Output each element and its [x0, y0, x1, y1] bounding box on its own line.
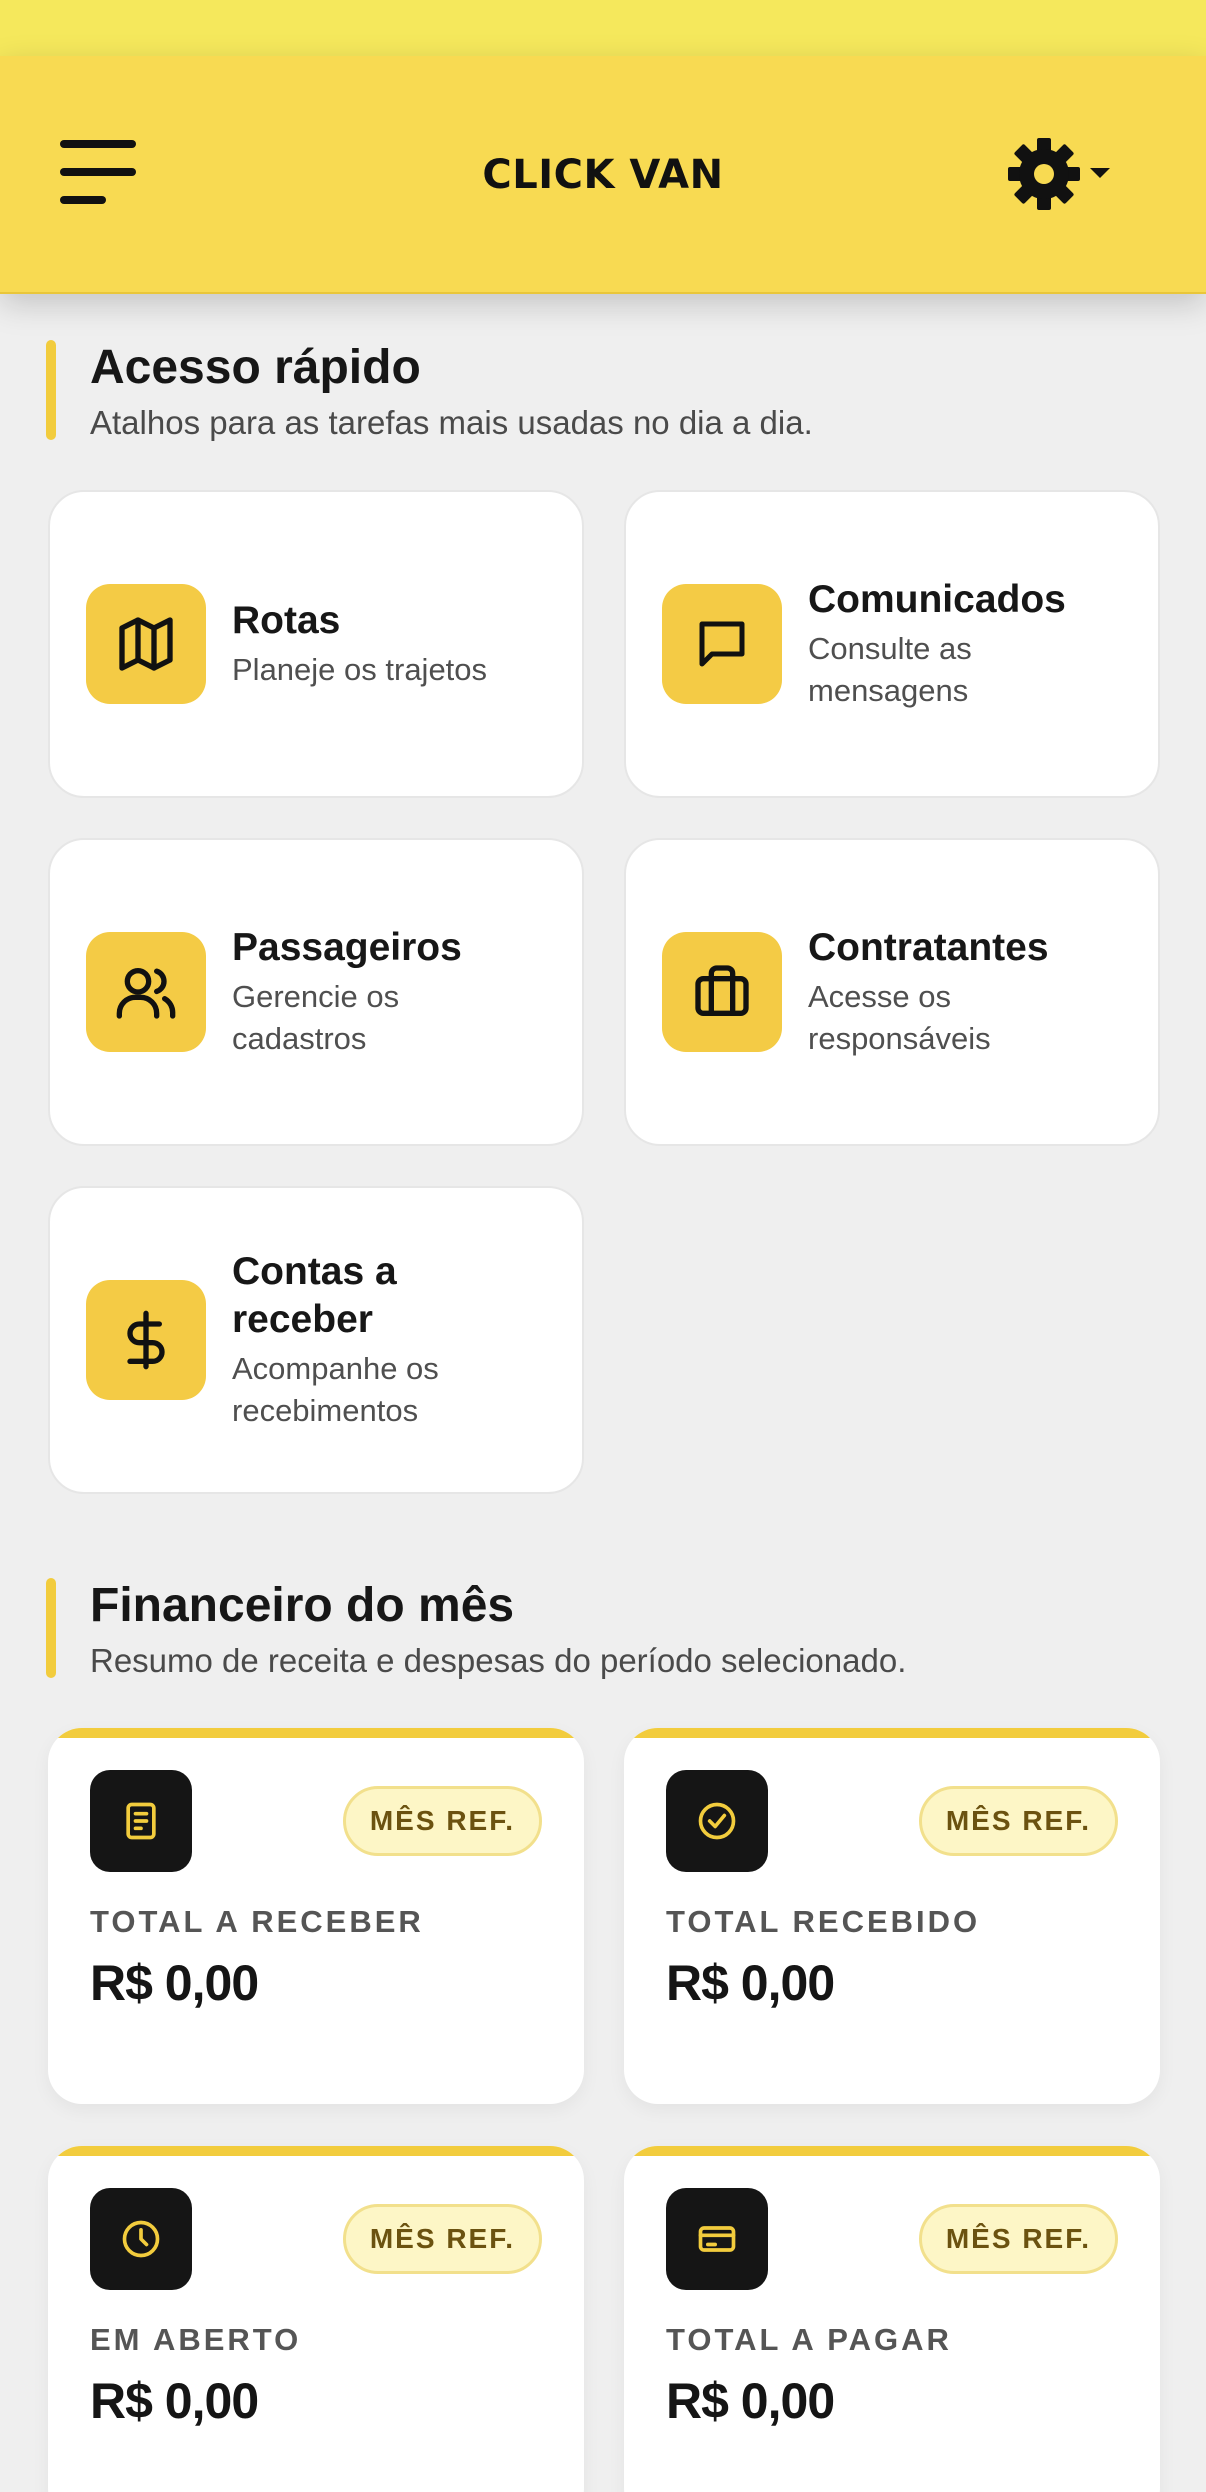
message-icon — [662, 584, 782, 704]
section-accent — [46, 340, 56, 440]
finance-value: R$ 0,00 — [90, 1955, 259, 2011]
quick-card-desc: Gerencie os cadastros — [232, 979, 400, 1056]
section-subtitle: Resumo de receita e despesas do período … — [90, 1642, 907, 1679]
finance-card-total-a-pagar: MÊS REF. TOTAL A PAGAR R$ 0,00 — [624, 2146, 1160, 2492]
finance-value: R$ 0,00 — [666, 1955, 835, 2011]
quick-card-desc: Acompanhe os recebimentos — [232, 1351, 439, 1428]
briefcase-icon — [662, 932, 782, 1052]
document-icon — [90, 1770, 192, 1872]
chevron-down-icon — [1090, 168, 1110, 178]
section-title: Acesso rápido — [90, 341, 421, 394]
section-title: Financeiro do mês — [90, 1579, 515, 1632]
finance-card-em-aberto: MÊS REF. EM ABERTO R$ 0,00 — [48, 2146, 584, 2492]
month-ref-badge: MÊS REF. — [918, 2204, 1118, 2274]
check-circle-icon — [666, 1770, 768, 1872]
quick-access-header: Acesso rápido Atalhos para as tarefas ma… — [46, 340, 1176, 450]
quick-card-comunicados[interactable]: Comunicados Consulte as mensagens — [624, 490, 1160, 798]
quick-card-desc: Planeje os trajetos — [232, 652, 488, 687]
settings-button[interactable] — [1004, 136, 1116, 212]
quick-card-title: Comunicados — [808, 578, 1066, 621]
quick-card-title: Contas a receber — [232, 1250, 397, 1341]
quick-card-desc: Consulte as mensagens — [808, 631, 972, 708]
clock-icon — [90, 2188, 192, 2290]
section-subtitle: Atalhos para as tarefas mais usadas no d… — [90, 404, 813, 441]
month-ref-badge: MÊS REF. — [918, 1786, 1118, 1856]
quick-card-contratantes[interactable]: Contratantes Acesse os responsáveis — [624, 838, 1160, 1146]
finance-card-total-a-receber: MÊS REF. TOTAL A RECEBER R$ 0,00 — [48, 1728, 584, 2104]
quick-card-rotas[interactable]: Rotas Planeje os trajetos — [48, 490, 584, 798]
finance-label: TOTAL A RECEBER — [90, 1904, 424, 1939]
status-bar — [0, 0, 1206, 56]
finance-value: R$ 0,00 — [90, 2373, 259, 2429]
finance-header: Financeiro do mês Resumo de receita e de… — [46, 1578, 1176, 1688]
finance-label: EM ABERTO — [90, 2322, 302, 2357]
map-icon — [86, 584, 206, 704]
dollar-icon — [86, 1280, 206, 1400]
finance-value: R$ 0,00 — [666, 2373, 835, 2429]
quick-card-desc: Acesse os responsáveis — [808, 979, 991, 1056]
users-icon — [86, 932, 206, 1052]
menu-icon — [60, 140, 136, 148]
quick-card-passageiros[interactable]: Passageiros Gerencie os cadastros — [48, 838, 584, 1146]
month-ref-badge: MÊS REF. — [342, 1786, 542, 1856]
month-ref-badge: MÊS REF. — [342, 2204, 542, 2274]
finance-label: TOTAL A PAGAR — [666, 2322, 952, 2357]
quick-card-title: Passageiros — [232, 926, 462, 969]
quick-card-contas-a-receber[interactable]: Contas a receber Acompanhe os recebiment… — [48, 1186, 584, 1494]
finance-card-total-recebido: MÊS REF. TOTAL RECEBIDO R$ 0,00 — [624, 1728, 1160, 2104]
finance-label: TOTAL RECEBIDO — [666, 1904, 981, 1939]
credit-card-icon — [666, 2188, 768, 2290]
quick-card-title: Rotas — [232, 599, 341, 642]
gear-icon — [1008, 138, 1110, 210]
section-accent — [46, 1578, 56, 1678]
quick-card-title: Contratantes — [808, 926, 1049, 969]
